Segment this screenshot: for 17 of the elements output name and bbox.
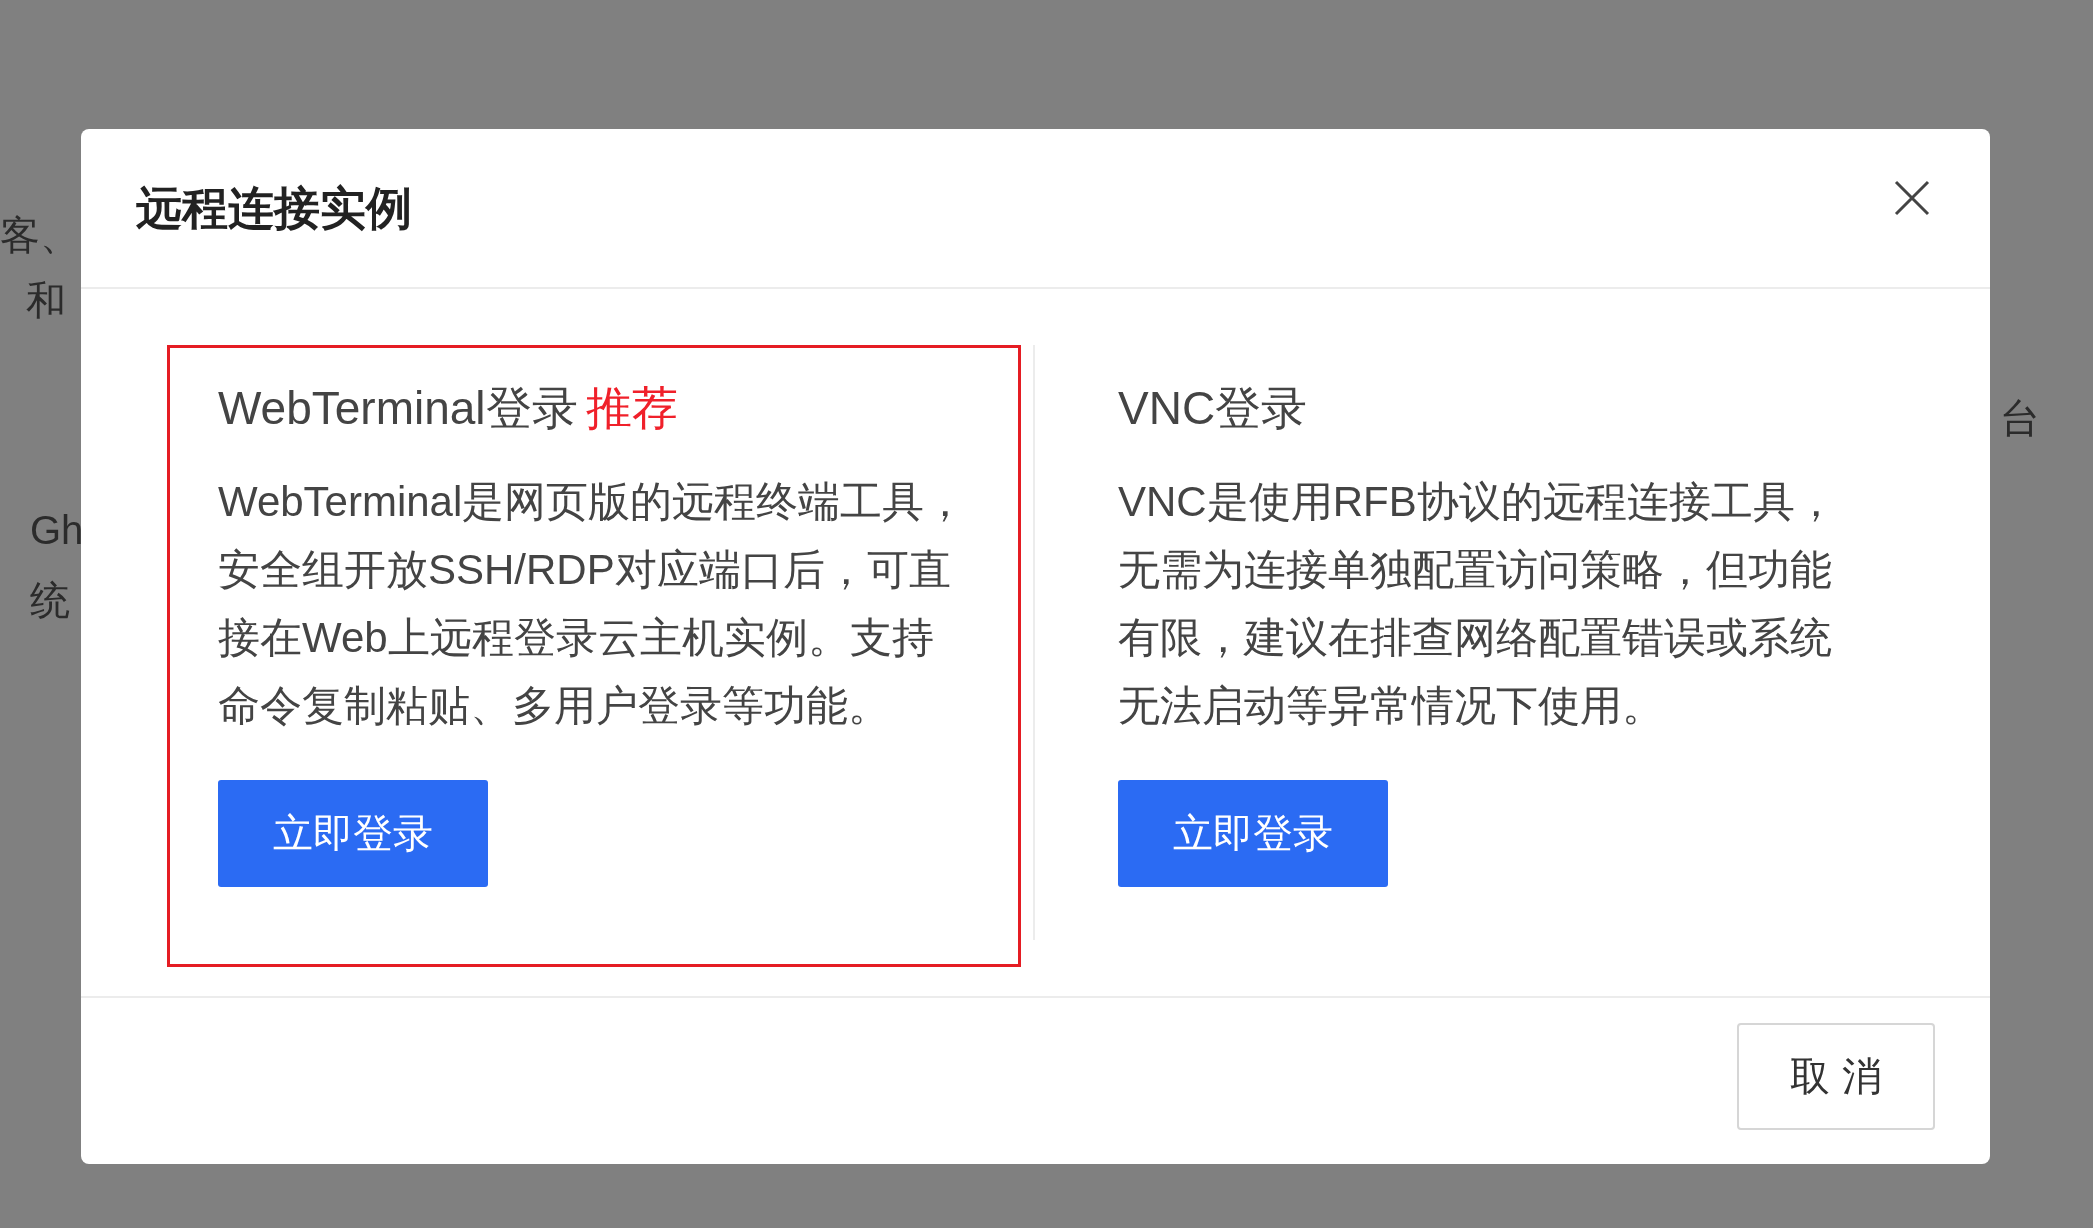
background-text: 客、: [0, 212, 80, 259]
cancel-button[interactable]: 取 消: [1737, 1022, 1935, 1130]
option-title: VNC登录: [1118, 382, 1308, 434]
background-text: 和: [26, 277, 66, 324]
option-title: WebTerminal登录: [218, 382, 578, 434]
option-card[interactable]: VNC登录 VNC是使用RFB协议的远程连接工具，无需为连接单独配置访问策略，但功能有限，建议在排查网络配置错误或系统无法启动等异常情况下使用。 立即登录: [1095, 345, 1949, 967]
login-button[interactable]: 立即登录: [218, 780, 488, 887]
dialog-title: 远程连接实例: [136, 181, 412, 236]
option-description: WebTerminal是网页版的远程终端工具，安全组开放SSH/RDP对应端口后，可直接在Web上远程登录云主机实例。支持命令复制粘贴、多用户登录等功能。: [218, 477, 968, 731]
background-text: Gh: [30, 507, 84, 554]
background-text: 统: [30, 577, 70, 624]
login-button[interactable]: 立即登录: [1118, 780, 1388, 887]
close-icon[interactable]: [1894, 180, 1930, 216]
option-description: VNC是使用RFB协议的远程连接工具，无需为连接单独配置访问策略，但功能有限，建议在排查网络配置错误或系统无法启动等异常情况下使用。: [1118, 477, 1838, 731]
recommended-tag: 推荐: [585, 382, 678, 434]
option-card[interactable]: WebTerminal登录 推荐 WebTerminal是网页版的远程终端工具，安全组开放SSH/RDP对应端口后，可直接在Web上远程登录云主机实例。支持命令复制粘贴、多用户登录等功能。 立即登录: [167, 345, 1021, 967]
background-text: 台: [2000, 395, 2040, 442]
